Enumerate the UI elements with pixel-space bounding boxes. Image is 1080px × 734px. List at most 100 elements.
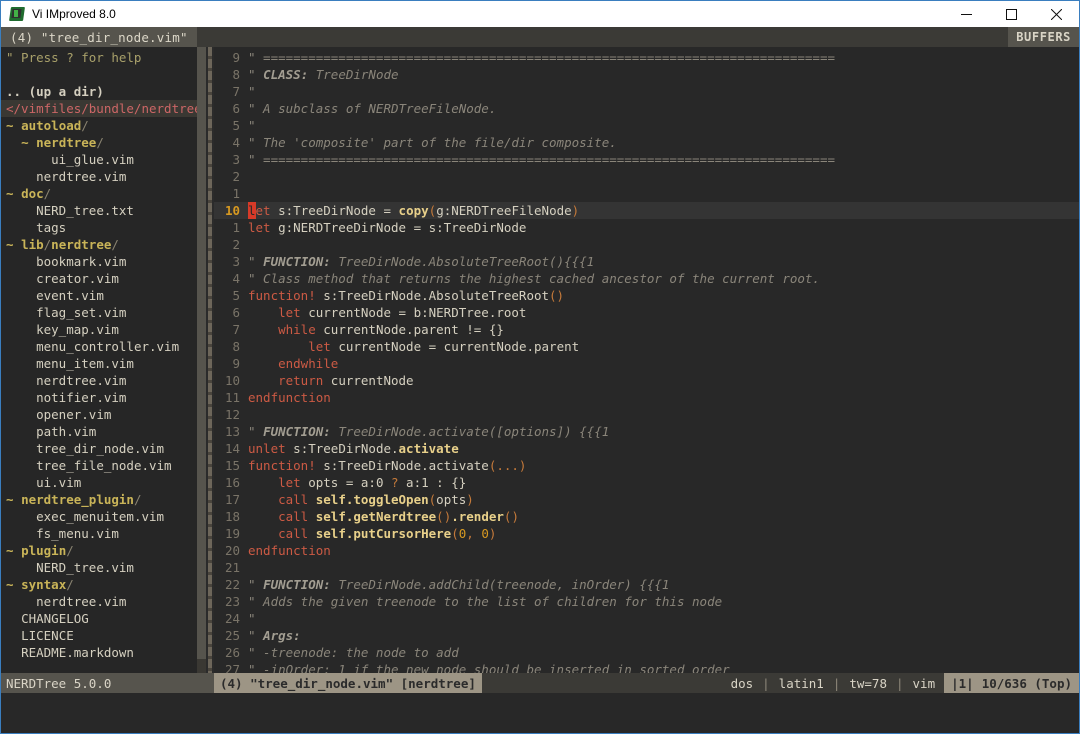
window-split-separator[interactable]: [206, 47, 214, 673]
code-line-8[interactable]: 1: [214, 185, 1079, 202]
nerdtree-node-23[interactable]: exec_menuitem.vim: [1, 508, 206, 525]
code-line-10[interactable]: 1let g:NERDTreeDirNode = s:TreeDirNode: [214, 219, 1079, 236]
line-number: 10: [214, 202, 248, 219]
code-line-5[interactable]: 4" The 'composite' part of the file/dir …: [214, 134, 1079, 151]
code-line-24[interactable]: 15function! s:TreeDirNode.activate(...): [214, 457, 1079, 474]
line-number: 14: [214, 440, 248, 457]
nerdtree-node-5[interactable]: NERD_tree.txt: [1, 202, 206, 219]
nerdtree-node-22[interactable]: ~ nerdtree_plugin/: [1, 491, 206, 508]
code-line-20[interactable]: 11endfunction: [214, 389, 1079, 406]
nerdtree-node-29[interactable]: CHANGELOG: [1, 610, 206, 627]
nerdtree-scrollbar-thumb[interactable]: [197, 47, 206, 659]
code-line-33[interactable]: 24": [214, 610, 1079, 627]
code-line-12[interactable]: 3" FUNCTION: TreeDirNode.AbsoluteTreeRoo…: [214, 253, 1079, 270]
code-line-17[interactable]: 8 let currentNode = currentNode.parent: [214, 338, 1079, 355]
minimize-icon[interactable]: [944, 1, 989, 27]
nerdtree-node-27[interactable]: ~ syntax/: [1, 576, 206, 593]
nerdtree-node-30[interactable]: LICENCE: [1, 627, 206, 644]
code-line-6[interactable]: 3" =====================================…: [214, 151, 1079, 168]
vim-icon: [9, 6, 25, 22]
statusline-filename: (4) "tree_dir_node.vim" [nerdtree]: [214, 673, 482, 693]
nerdtree-scrollbar[interactable]: [197, 47, 206, 673]
nerdtree-node-17[interactable]: opener.vim: [1, 406, 206, 423]
code-line-30[interactable]: 21: [214, 559, 1079, 576]
nerdtree-root-path[interactable]: </vimfiles/bundle/nerdtree/: [1, 100, 206, 117]
nerdtree-node-25[interactable]: ~ plugin/: [1, 542, 206, 559]
code-line-7[interactable]: 2: [214, 168, 1079, 185]
close-icon[interactable]: [1034, 1, 1079, 27]
nerdtree-node-7[interactable]: ~ lib/nerdtree/: [1, 236, 206, 253]
code-line-23[interactable]: 14unlet s:TreeDirNode.activate: [214, 440, 1079, 457]
nerdtree-node-13[interactable]: menu_controller.vim: [1, 338, 206, 355]
line-text: " CLASS: TreeDirNode: [248, 66, 1079, 83]
code-line-35[interactable]: 26" -treenode: the node to add: [214, 644, 1079, 661]
nerdtree-node-3[interactable]: nerdtree.vim: [1, 168, 206, 185]
code-line-11[interactable]: 2: [214, 236, 1079, 253]
code-line-21[interactable]: 12: [214, 406, 1079, 423]
code-line-2[interactable]: 7": [214, 83, 1079, 100]
nerdtree-node-16[interactable]: notifier.vim: [1, 389, 206, 406]
nerdtree-node-2[interactable]: ui_glue.vim: [1, 151, 206, 168]
nerdtree-node-14[interactable]: menu_item.vim: [1, 355, 206, 372]
line-number: 3: [214, 151, 248, 168]
code-line-34[interactable]: 25" Args:: [214, 627, 1079, 644]
nerdtree-up-dir[interactable]: .. (up a dir): [1, 83, 206, 100]
nerdtree-node-6[interactable]: tags: [1, 219, 206, 236]
nerdtree-node-18[interactable]: path.vim: [1, 423, 206, 440]
code-line-3[interactable]: 6" A subclass of NERDTreeFileNode.: [214, 100, 1079, 117]
line-text: let opts = a:0 ? a:1 : {}: [248, 474, 1079, 491]
code-line-32[interactable]: 23" Adds the given treenode to the list …: [214, 593, 1079, 610]
nerdtree-node-21[interactable]: ui.vim: [1, 474, 206, 491]
nerdtree-node-19[interactable]: tree_dir_node.vim: [1, 440, 206, 457]
code-editor-pane[interactable]: 9" =====================================…: [214, 47, 1079, 673]
nerdtree-node-12[interactable]: key_map.vim: [1, 321, 206, 338]
nerdtree-node-8[interactable]: bookmark.vim: [1, 253, 206, 270]
nerdtree-node-15[interactable]: nerdtree.vim: [1, 372, 206, 389]
line-text: " ======================================…: [248, 151, 1079, 168]
maximize-icon[interactable]: [989, 1, 1034, 27]
line-text: let s:TreeDirNode = copy(g:NERDTreeFileN…: [248, 202, 1079, 219]
code-line-0[interactable]: 9" =====================================…: [214, 49, 1079, 66]
window-controls: [944, 1, 1079, 27]
tab-tree-dir-node[interactable]: (4) "tree_dir_node.vim": [1, 27, 197, 47]
line-number: 25: [214, 627, 248, 644]
code-line-25[interactable]: 16 let opts = a:0 ? a:1 : {}: [214, 474, 1079, 491]
line-text: while currentNode.parent != {}: [248, 321, 1079, 338]
vim-window: Vi IMproved 8.0 (4) "tree_dir_node.vim" …: [0, 0, 1080, 734]
code-line-26[interactable]: 17 call self.toggleOpen(opts): [214, 491, 1079, 508]
nerdtree-node-0[interactable]: ~ autoload/: [1, 117, 206, 134]
code-line-13[interactable]: 4" Class method that returns the highest…: [214, 270, 1079, 287]
code-line-22[interactable]: 13" FUNCTION: TreeDirNode.activate([opti…: [214, 423, 1079, 440]
code-line-16[interactable]: 7 while currentNode.parent != {}: [214, 321, 1079, 338]
nerdtree-node-26[interactable]: NERD_tree.vim: [1, 559, 206, 576]
line-text: return currentNode: [248, 372, 1079, 389]
code-line-31[interactable]: 22" FUNCTION: TreeDirNode.addChild(treen…: [214, 576, 1079, 593]
nerdtree-node-10[interactable]: event.vim: [1, 287, 206, 304]
nerdtree-node-1[interactable]: ~ nerdtree/: [1, 134, 206, 151]
nerdtree-node-28[interactable]: nerdtree.vim: [1, 593, 206, 610]
nerdtree-pane[interactable]: " Press ? for help.. (up a dir)</vimfile…: [1, 47, 206, 673]
statusline-encoding: latin1: [770, 676, 833, 691]
line-number: 11: [214, 389, 248, 406]
code-line-1[interactable]: 8" CLASS: TreeDirNode: [214, 66, 1079, 83]
code-line-9[interactable]: 10let s:TreeDirNode = copy(g:NERDTreeFil…: [214, 202, 1079, 219]
code-line-18[interactable]: 9 endwhile: [214, 355, 1079, 372]
code-line-29[interactable]: 20endfunction: [214, 542, 1079, 559]
code-line-4[interactable]: 5": [214, 117, 1079, 134]
statusline-position: |1| 10/636 (Top): [944, 673, 1079, 693]
nerdtree-node-4[interactable]: ~ doc/: [1, 185, 206, 202]
nerdtree-node-9[interactable]: creator.vim: [1, 270, 206, 287]
buffers-label[interactable]: BUFFERS: [1008, 27, 1079, 47]
line-text: " FUNCTION: TreeDirNode.activate([option…: [248, 423, 1079, 440]
nerdtree-node-20[interactable]: tree_file_node.vim: [1, 457, 206, 474]
nerdtree-node-31[interactable]: README.markdown: [1, 644, 206, 661]
nerdtree-node-11[interactable]: flag_set.vim: [1, 304, 206, 321]
code-line-14[interactable]: 5function! s:TreeDirNode.AbsoluteTreeRoo…: [214, 287, 1079, 304]
nerdtree-node-24[interactable]: fs_menu.vim: [1, 525, 206, 542]
code-line-28[interactable]: 19 call self.putCursorHere(0, 0): [214, 525, 1079, 542]
code-line-15[interactable]: 6 let currentNode = b:NERDTree.root: [214, 304, 1079, 321]
code-line-19[interactable]: 10 return currentNode: [214, 372, 1079, 389]
code-line-36[interactable]: 27" -inOrder: 1 if the new node should b…: [214, 661, 1079, 673]
line-text: let g:NERDTreeDirNode = s:TreeDirNode: [248, 219, 1079, 236]
code-line-27[interactable]: 18 call self.getNerdtree().render(): [214, 508, 1079, 525]
